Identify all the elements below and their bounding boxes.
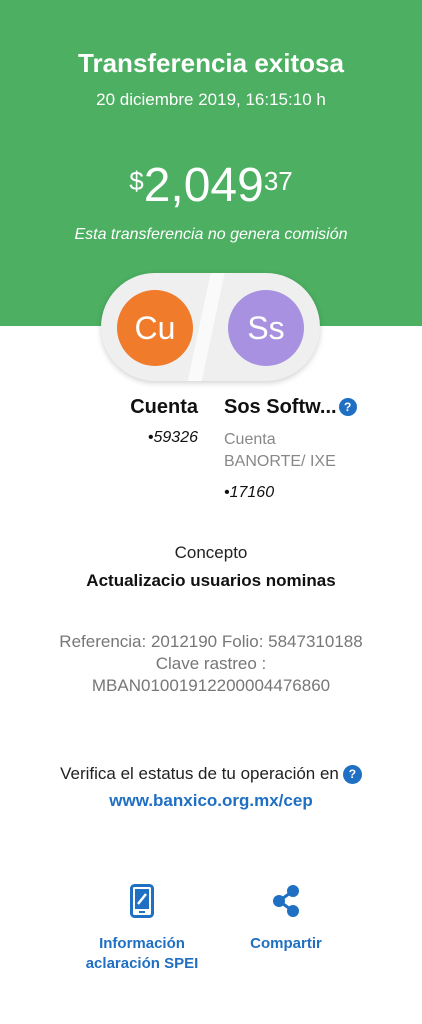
verify-text: Verifica el estatus de tu operación en — [60, 764, 339, 783]
spei-label-line2: aclaración SPEI — [85, 955, 199, 972]
concept-value: Actualizacio usuarios nominas — [86, 571, 336, 590]
transfer-datetime: 20 diciembre 2019, 16:15:10 h — [96, 90, 326, 109]
tracking-key-value: MBAN01001912200004476860 — [91, 676, 331, 695]
spei-info-button[interactable]: Información aclaración SPEI — [70, 884, 214, 974]
origin-account-number: •59326 — [147, 429, 198, 446]
destination-account-type: Cuenta — [224, 431, 276, 448]
destination-account-number: •17160 — [224, 484, 275, 501]
commission-note: Esta transferencia no genera comisión — [74, 226, 348, 243]
reference-info: Referencia: 2012190 Folio: 5847310188 Cl… — [0, 631, 422, 697]
phone-document-icon — [70, 884, 214, 920]
reference-folio: Referencia: 2012190 Folio: 5847310188 — [59, 632, 363, 651]
origin-avatar: Cu — [117, 290, 193, 366]
share-icon — [238, 884, 334, 920]
destination-name: Sos Softw...? — [224, 396, 357, 419]
destination-avatar: Ss — [228, 290, 304, 366]
transfer-amount: $2,04937 — [0, 158, 422, 213]
help-icon[interactable]: ? — [338, 398, 357, 416]
verify-status-text: Verifica el estatus de tu operación en? — [0, 764, 422, 784]
origin-account-name: Cuenta — [130, 396, 198, 418]
amount-integer: 2,049 — [143, 159, 264, 212]
share-button[interactable]: Compartir — [238, 884, 334, 954]
concept-label: Concepto — [174, 543, 248, 562]
amount-decimal: 37 — [263, 166, 293, 196]
destination-name-text: Sos Softw... — [224, 396, 337, 418]
share-label: Compartir — [250, 935, 322, 952]
currency-symbol: $ — [129, 166, 144, 196]
verify-help-icon[interactable]: ? — [342, 764, 362, 784]
page-title: Transferencia exitosa — [78, 48, 344, 78]
tracking-key-label: Clave rastreo : — [155, 654, 267, 673]
banxico-link[interactable]: www.banxico.org.mx/cep — [0, 791, 422, 811]
destination-bank: BANORTE/ IXE — [224, 453, 336, 470]
spei-label-line1: Información — [99, 935, 185, 952]
